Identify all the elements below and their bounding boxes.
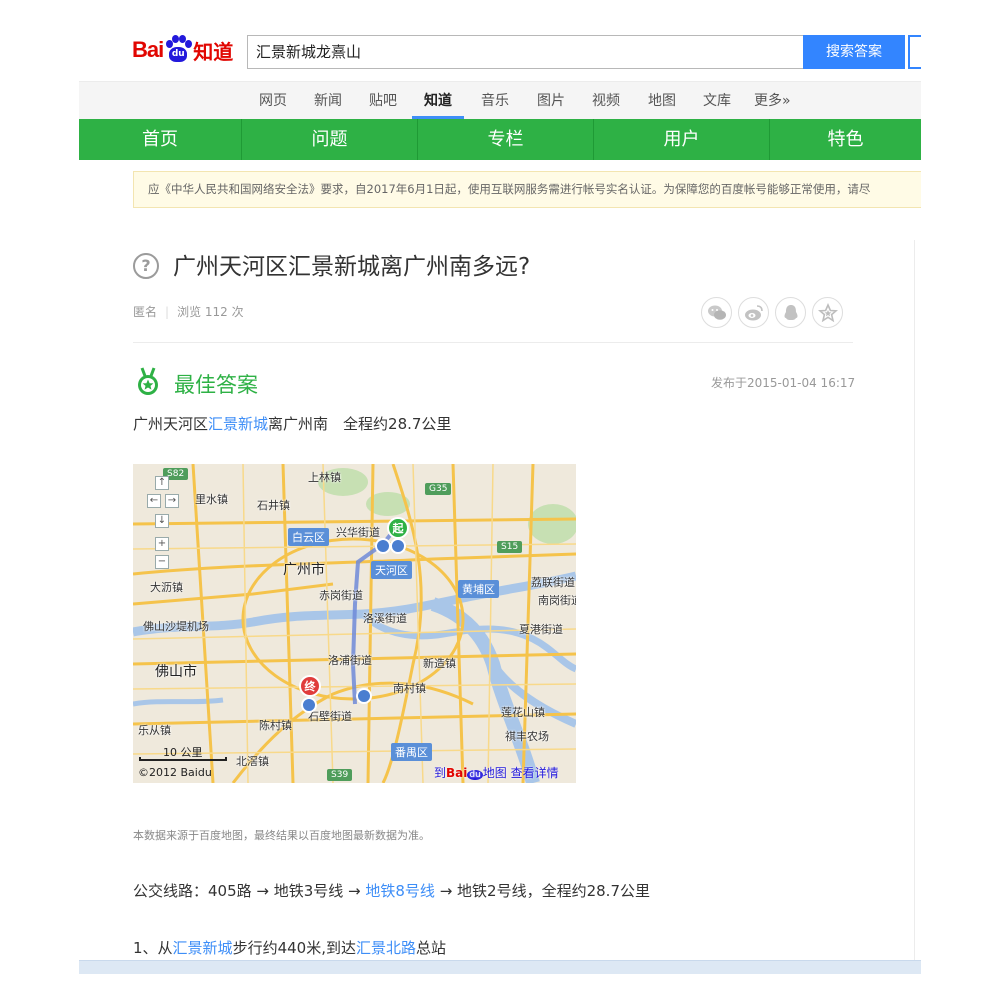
logo-bai-text: Bai [132, 37, 164, 62]
best-answer-medal-icon [136, 367, 160, 397]
metro-stop-icon [301, 697, 317, 713]
nav-item-news[interactable]: 新闻 [314, 82, 342, 120]
answer-summary: 广州天河区汇景新城离广州南 全程约28.7公里 [133, 415, 452, 433]
step-link-huijing-north-road[interactable]: 汇景北路 [356, 939, 416, 957]
nav-item-images[interactable]: 图片 [537, 82, 565, 120]
map-pan-up-button[interactable]: ↑ [155, 476, 169, 490]
green-nav-columns[interactable]: 专栏 [418, 119, 594, 160]
nav-item-wenku[interactable]: 文库 [703, 82, 731, 120]
nav-item-web[interactable]: 网页 [259, 82, 287, 120]
green-nav-home[interactable]: 首页 [79, 119, 242, 160]
nav-item-tieba[interactable]: 贴吧 [369, 82, 397, 120]
weibo-icon[interactable] [738, 297, 769, 328]
route-end-marker[interactable]: 终 [299, 675, 321, 697]
bus-route-summary: 公交线路：405路 → 地铁3号线 → 地铁8号线 → 地铁2号线，全程约28.… [133, 882, 650, 900]
best-answer-title: 最佳答案 [174, 373, 258, 397]
bus-stop-icon [390, 538, 406, 554]
map-scale-bar [139, 757, 227, 761]
bottom-bar [79, 960, 921, 974]
search-button[interactable]: 搜索答案 [803, 35, 905, 69]
answer-link-huijing[interactable]: 汇景新城 [208, 415, 268, 433]
logo-zhidao-text: 知道 [193, 39, 234, 64]
map-pan-right-button[interactable]: → [165, 494, 179, 508]
map-source-note: 本数据来源于百度地图，最终结果以百度地图最新数据为准。 [133, 829, 430, 842]
step-link-huijing[interactable]: 汇景新城 [173, 939, 233, 957]
green-nav-users[interactable]: 用户 [594, 119, 770, 160]
question-title: 广州天河区汇景新城离广州南多远? [173, 254, 531, 280]
nav-item-music[interactable]: 音乐 [481, 82, 509, 120]
real-name-notice: 应《中华人民共和国网络安全法》要求，自2017年6月1日起，使用互联网服务需进行… [133, 171, 921, 208]
bus-stop-icon [375, 538, 391, 554]
zhidao-main-nav: 首页 问题 专栏 用户 特色 [79, 119, 921, 160]
nav-item-map[interactable]: 地图 [648, 82, 676, 120]
map-zoom-in-button[interactable]: + [155, 537, 169, 551]
map-zoom-out-button[interactable]: − [155, 555, 169, 569]
category-nav: 网页 新闻 贴吧 知道 音乐 图片 视频 地图 文库 更多» [79, 81, 921, 119]
nav-item-zhidao[interactable]: 知道 [412, 82, 464, 119]
question-views: 浏览 112 次 [177, 305, 244, 319]
metro-line-8-link[interactable]: 地铁8号线 [365, 882, 435, 900]
question-mark-icon: ? [133, 253, 159, 279]
map-copyright: ©2012 Baidu [138, 766, 212, 779]
route-start-marker[interactable]: 起 [387, 517, 409, 539]
open-in-baidu-map-link[interactable]: 到Bai du 地图 查看详情 [434, 764, 559, 781]
answer-publish-date: 发布于2015-01-04 16:17 [711, 376, 856, 390]
search-input[interactable]: 汇景新城龙熹山 [247, 35, 803, 69]
green-nav-questions[interactable]: 问题 [242, 119, 418, 160]
green-nav-features[interactable]: 特色 [770, 119, 921, 160]
question-meta: 匿名 | 浏览 112 次 [133, 305, 244, 319]
qq-icon[interactable] [775, 297, 806, 328]
secondary-search-button[interactable] [908, 35, 921, 69]
favorite-star-icon[interactable] [812, 297, 843, 328]
metro-stop-icon [356, 688, 372, 704]
baidu-zhidao-logo[interactable]: Bai du 知道 [132, 32, 242, 68]
wechat-icon[interactable] [701, 297, 732, 328]
nav-item-more[interactable]: 更多» [754, 82, 791, 120]
map-pan-down-button[interactable]: ↓ [155, 514, 169, 528]
route-step-1: 1、从汇景新城步行约440米,到达汇景北路总站 [133, 939, 446, 957]
content-right-border [914, 240, 915, 960]
nav-item-video[interactable]: 视频 [592, 82, 620, 120]
question-divider [133, 342, 853, 343]
baidu-paw-icon: du [164, 35, 193, 65]
route-map[interactable]: 上林镇 里水镇 石井镇 白云区 兴华街道 广州市 天河区 黄埔区 荔联街道 南岗… [133, 464, 576, 783]
question-author: 匿名 [133, 305, 158, 319]
map-pan-left-button[interactable]: ← [147, 494, 161, 508]
